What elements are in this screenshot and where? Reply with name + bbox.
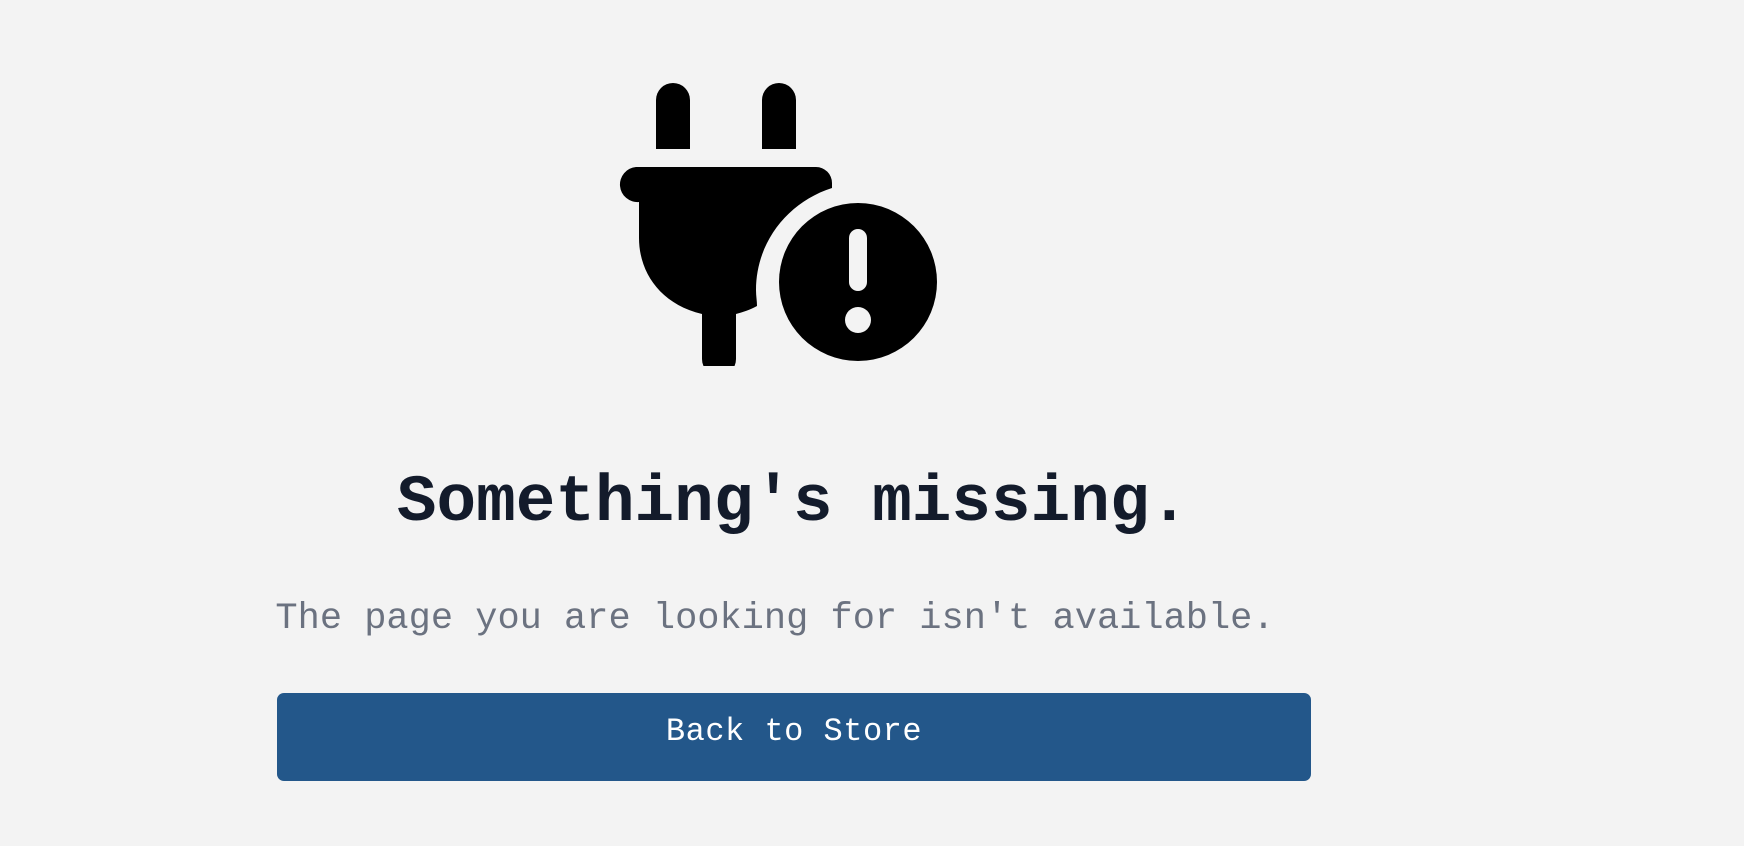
back-to-store-button[interactable]: Back to Store bbox=[277, 693, 1311, 781]
unplugged-plug-with-exclamation-icon bbox=[618, 76, 940, 366]
error-description: The page you are looking for isn't avail… bbox=[275, 598, 1275, 640]
error-page: Something's missing. The page you are lo… bbox=[0, 0, 1744, 846]
error-headline: Something's missing. bbox=[396, 465, 1190, 540]
